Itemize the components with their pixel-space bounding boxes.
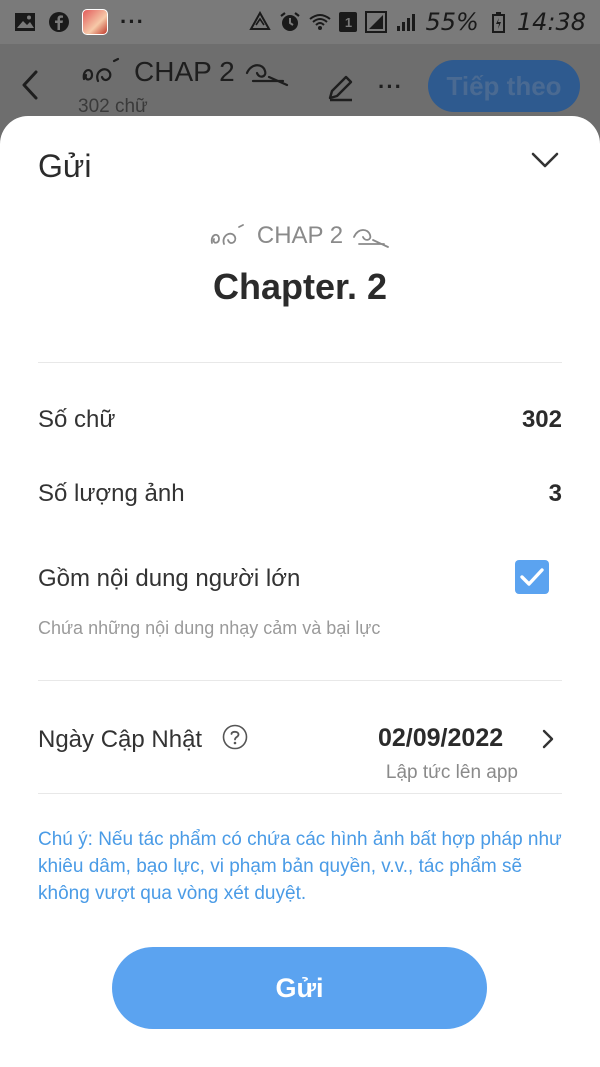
- divider: [38, 793, 562, 794]
- notice-text: Chú ý: Nếu tác phẩm có chứa các hình ảnh…: [38, 829, 562, 904]
- divider: [38, 362, 562, 363]
- adult-content-description: Chứa những nội dung nhạy cảm và bại lực: [38, 618, 381, 638]
- checkmark-icon: [520, 568, 544, 586]
- battery-percent: 55%: [425, 8, 479, 36]
- image-count-label: Số lượng ảnh: [38, 480, 185, 507]
- signal-bars-icon: [397, 14, 416, 31]
- editor-word-count: 302 chữ: [78, 96, 148, 117]
- wifi-icon: [309, 14, 332, 30]
- help-icon[interactable]: [222, 724, 248, 750]
- alarm-icon: [280, 12, 301, 31]
- chapter-label-text: CHAP 2: [256, 222, 344, 249]
- sheet-title: Gửi: [38, 148, 92, 184]
- swirl-decoration-icon: [353, 229, 390, 248]
- next-button[interactable]: Tiếp theo: [428, 60, 580, 112]
- status-bar-left: ···: [14, 9, 145, 35]
- word-count-label: Số chữ: [38, 406, 116, 433]
- adult-content-checkbox[interactable]: [515, 560, 549, 594]
- avatar: [82, 9, 108, 35]
- sim-badge: 1: [339, 12, 358, 32]
- recycle-icon: [249, 11, 272, 30]
- chevron-right-icon[interactable]: [541, 728, 555, 750]
- gallery-icon: [15, 13, 35, 31]
- adult-content-label: Gồm nội dung người lớn: [38, 565, 301, 592]
- swirl-decoration-icon: [82, 57, 120, 83]
- update-date-label: Ngày Cập Nhật: [38, 726, 203, 753]
- signal-icon: [365, 11, 388, 33]
- send-sheet: Gửi CHAP 2 Chapter. 2 Số chữ 302 Số lượn…: [0, 116, 600, 1067]
- battery-icon: [491, 12, 505, 33]
- chapter-name: Chapter. 2: [212, 266, 388, 307]
- update-date-subtext: Lập tức lên app: [385, 762, 518, 783]
- status-bar-right: 1 55% 14:38: [249, 8, 586, 36]
- status-more-icon: ···: [120, 9, 145, 34]
- divider: [38, 680, 562, 681]
- facebook-icon: [49, 12, 69, 32]
- clock: 14:38: [516, 8, 586, 36]
- editor-header: CHAP 2 302 chữ ··· Tiếp theo: [0, 44, 600, 120]
- collapse-icon[interactable]: [530, 150, 560, 170]
- swirl-decoration-icon: [210, 224, 244, 245]
- swirl-decoration-icon: [245, 64, 288, 87]
- chapter-label: CHAP 2: [0, 222, 600, 250]
- more-icon[interactable]: ···: [378, 74, 403, 100]
- update-date-value[interactable]: 02/09/2022: [378, 724, 503, 753]
- editor-title-text: CHAP 2: [134, 56, 235, 87]
- send-button[interactable]: Gửi: [112, 947, 487, 1029]
- editor-title: CHAP 2: [80, 56, 291, 88]
- pen-icon[interactable]: [326, 72, 356, 102]
- word-count-value: 302: [521, 406, 562, 433]
- image-count-value: 3: [548, 480, 562, 507]
- back-icon[interactable]: [18, 68, 44, 102]
- status-bar: ··· 1 55% 14:38: [0, 0, 600, 44]
